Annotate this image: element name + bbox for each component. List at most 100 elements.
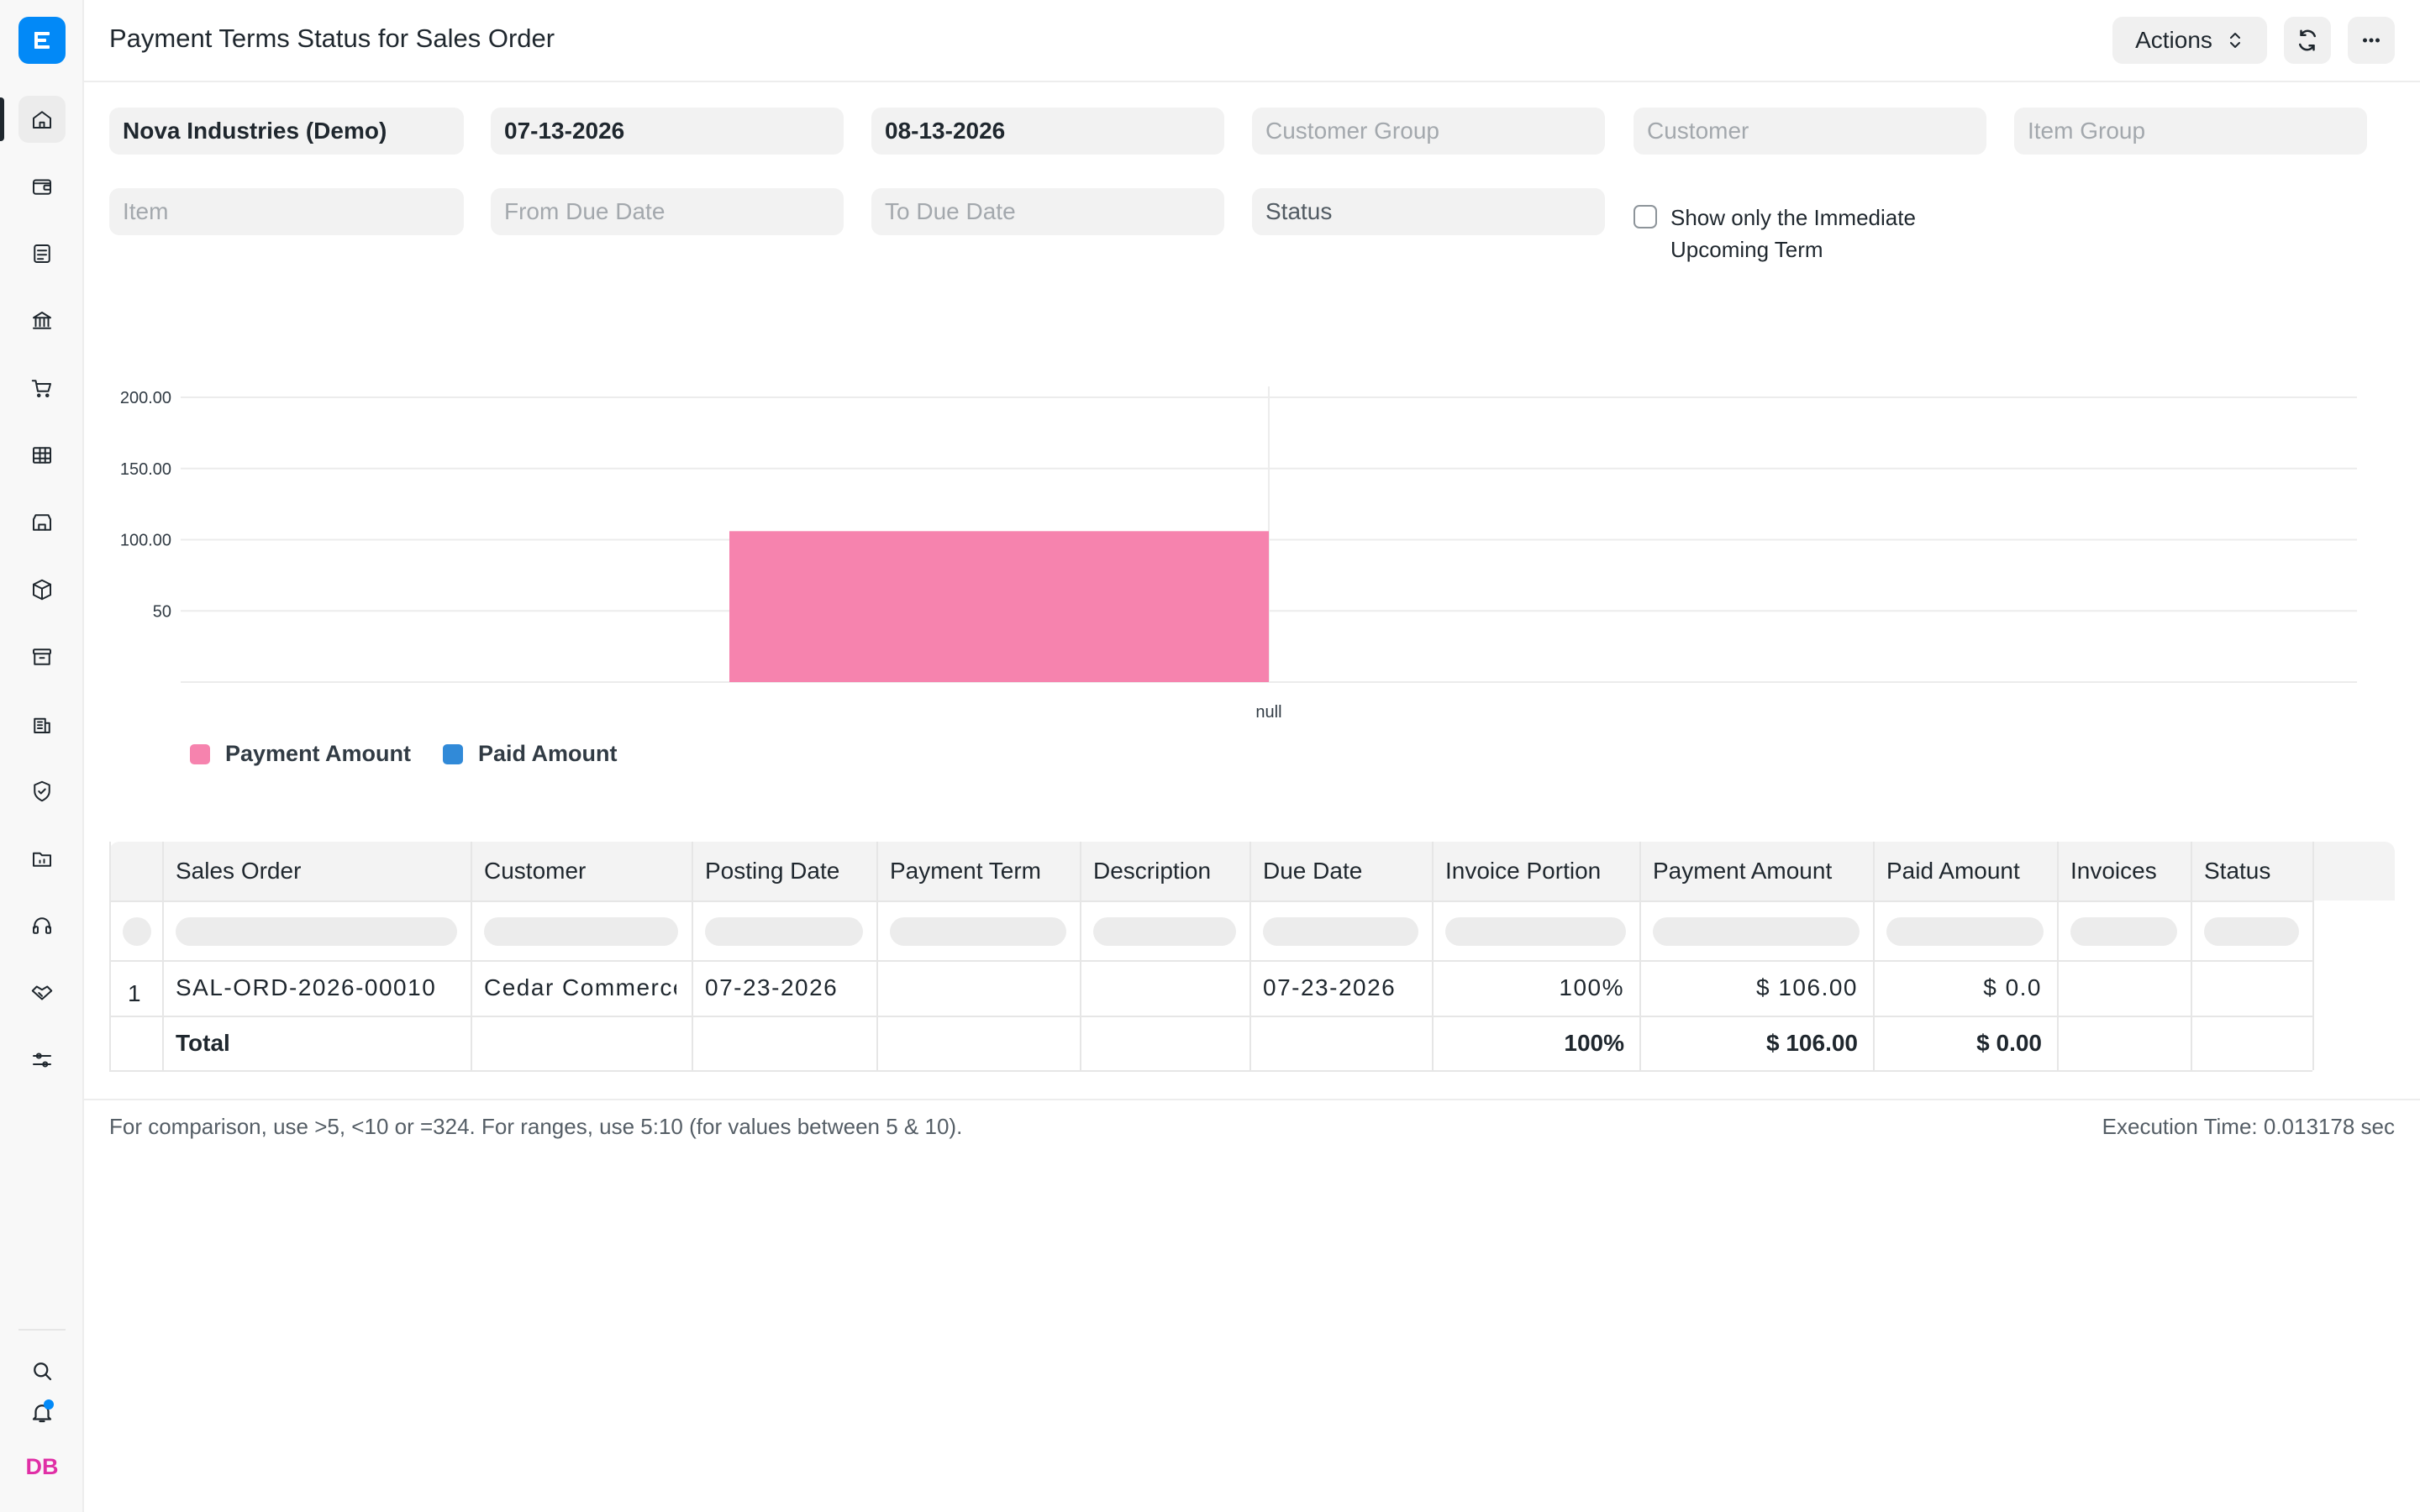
column-header[interactable]: Status [2204,842,2309,900]
sidebar-item-banking[interactable] [18,297,66,344]
cell-payment-amount: $ 106.00 [1756,974,1858,1000]
column-filter-input[interactable] [1886,917,2044,946]
actions-button[interactable]: Actions [2112,17,2267,64]
column-filter-input[interactable] [2204,917,2299,946]
sidebar-item-quality[interactable] [18,768,66,815]
row-divider [109,960,2312,962]
sidebar-item-hr[interactable] [18,835,66,882]
column-header[interactable]: Invoice Portion [1445,842,1636,900]
column-header[interactable]: Payment Term [890,842,1076,900]
chevron-updown-icon [2229,33,2240,48]
refresh-icon [2299,29,2316,51]
column-divider [162,842,164,1070]
total-paid-amount: $ 0.00 [1976,1029,2042,1056]
shield-icon [34,780,50,802]
cell-sales-order[interactable]: SAL-ORD-2026-00010 [176,960,455,1016]
legend-item[interactable]: Paid Amount [443,741,618,767]
sidebar-item-crm[interactable] [18,969,66,1016]
immediate-term-checkbox[interactable] [1634,205,1657,228]
legend-item[interactable]: Payment Amount [190,741,411,767]
column-header[interactable]: Customer [484,842,688,900]
y-tick-label: 200.00 [120,389,171,407]
column-header[interactable]: Due Date [1263,842,1428,900]
sidebar-item-projects[interactable] [18,701,66,748]
search-icon [34,1362,52,1381]
column-divider [692,842,693,1070]
notification-dot [44,1399,54,1410]
refresh-button[interactable] [2284,17,2331,64]
archive-icon [33,648,51,665]
column-header[interactable]: Posting Date [705,842,873,900]
bar-payment-amount [729,531,1269,682]
sidebar-item-accounting[interactable] [18,163,66,210]
column-filter-input[interactable] [1653,917,1860,946]
column-divider [1249,842,1251,1070]
item-group-filter[interactable]: Item Group [2014,108,2367,155]
column-divider [1639,842,1641,1070]
sidebar-item-selling[interactable] [18,432,66,479]
cell-due-date: 07-23-2026 [1263,974,1397,1000]
company-filter[interactable]: Nova Industries (Demo) [109,108,464,155]
sidebar-item-stock[interactable] [18,499,66,546]
sidebar-item-assets[interactable] [18,566,66,613]
column-filter-input[interactable] [1093,917,1236,946]
column-divider [471,842,472,1070]
column-header[interactable]: Payment Amount [1653,842,1870,900]
total-label: Total [176,1029,230,1056]
more-options-button[interactable] [2348,17,2395,64]
cell-customer[interactable]: Cedar Commerce [484,960,676,1016]
column-filter-input[interactable] [2070,917,2177,946]
ellipsis-icon [2363,38,2380,43]
handshake-icon [31,985,53,1000]
column-filter-input[interactable] [1445,917,1626,946]
customer-filter[interactable]: Customer [1634,108,1986,155]
page-title: Payment Terms Status for Sales Order [109,24,555,53]
column-header[interactable]: Sales Order [176,842,467,900]
y-tick-label: 150.00 [120,460,171,479]
column-filter-input[interactable] [1263,917,1418,946]
user-avatar[interactable]: DB [18,1446,66,1487]
document-icon [34,244,50,263]
to-due-date-filter[interactable]: To Due Date [871,188,1224,235]
column-header[interactable]: Description [1093,842,1246,900]
immediate-term-toggle[interactable]: Show only the Immediate Upcoming Term [1634,202,1953,265]
sidebar-search-button[interactable] [18,1351,66,1391]
folder-icon [33,852,51,867]
sidebar-notifications-button[interactable] [18,1393,66,1433]
column-filter-input[interactable] [890,917,1066,946]
column-filter-input[interactable] [705,917,863,946]
sliders-icon [33,1053,51,1068]
customer-group-filter[interactable]: Customer Group [1252,108,1605,155]
cell-payment-term [890,960,1065,1016]
from-date-filter[interactable]: 07-13-2026 [491,108,844,155]
row-divider [109,1070,2312,1072]
item-filter[interactable]: Item [109,188,464,235]
sidebar-item-home[interactable] [18,96,66,143]
legend-swatch [443,743,464,764]
column-filter-input[interactable] [176,917,457,946]
headset-icon [33,917,51,934]
footer-divider [84,1099,2420,1100]
y-tick-label: 100.00 [120,532,171,550]
sidebar-item-settings[interactable] [18,1037,66,1084]
status-filter[interactable]: Status [1252,188,1605,235]
table-icon [33,447,51,464]
sidebar-item-invoicing[interactable] [18,230,66,277]
building-icon [34,717,50,733]
from-due-date-filter[interactable]: From Due Date [491,188,844,235]
home-icon [33,111,51,129]
sidebar-item-support[interactable] [18,902,66,949]
cell-invoice-portion: 100% [1559,974,1624,1000]
sidebar-item-buying[interactable] [18,365,66,412]
sidebar-item-manufacturing[interactable] [18,633,66,680]
column-header[interactable]: Invoices [2070,842,2187,900]
column-filter-input[interactable] [484,917,678,946]
column-header[interactable]: Paid Amount [1886,842,2054,900]
column-divider [1080,842,1081,1070]
column-divider [2057,842,2059,1070]
wallet-icon [33,179,51,195]
app-logo[interactable] [18,17,66,64]
cell-invoices [2070,960,2175,1016]
to-date-filter[interactable]: 08-13-2026 [871,108,1224,155]
legend-label: Payment Amount [225,741,412,766]
